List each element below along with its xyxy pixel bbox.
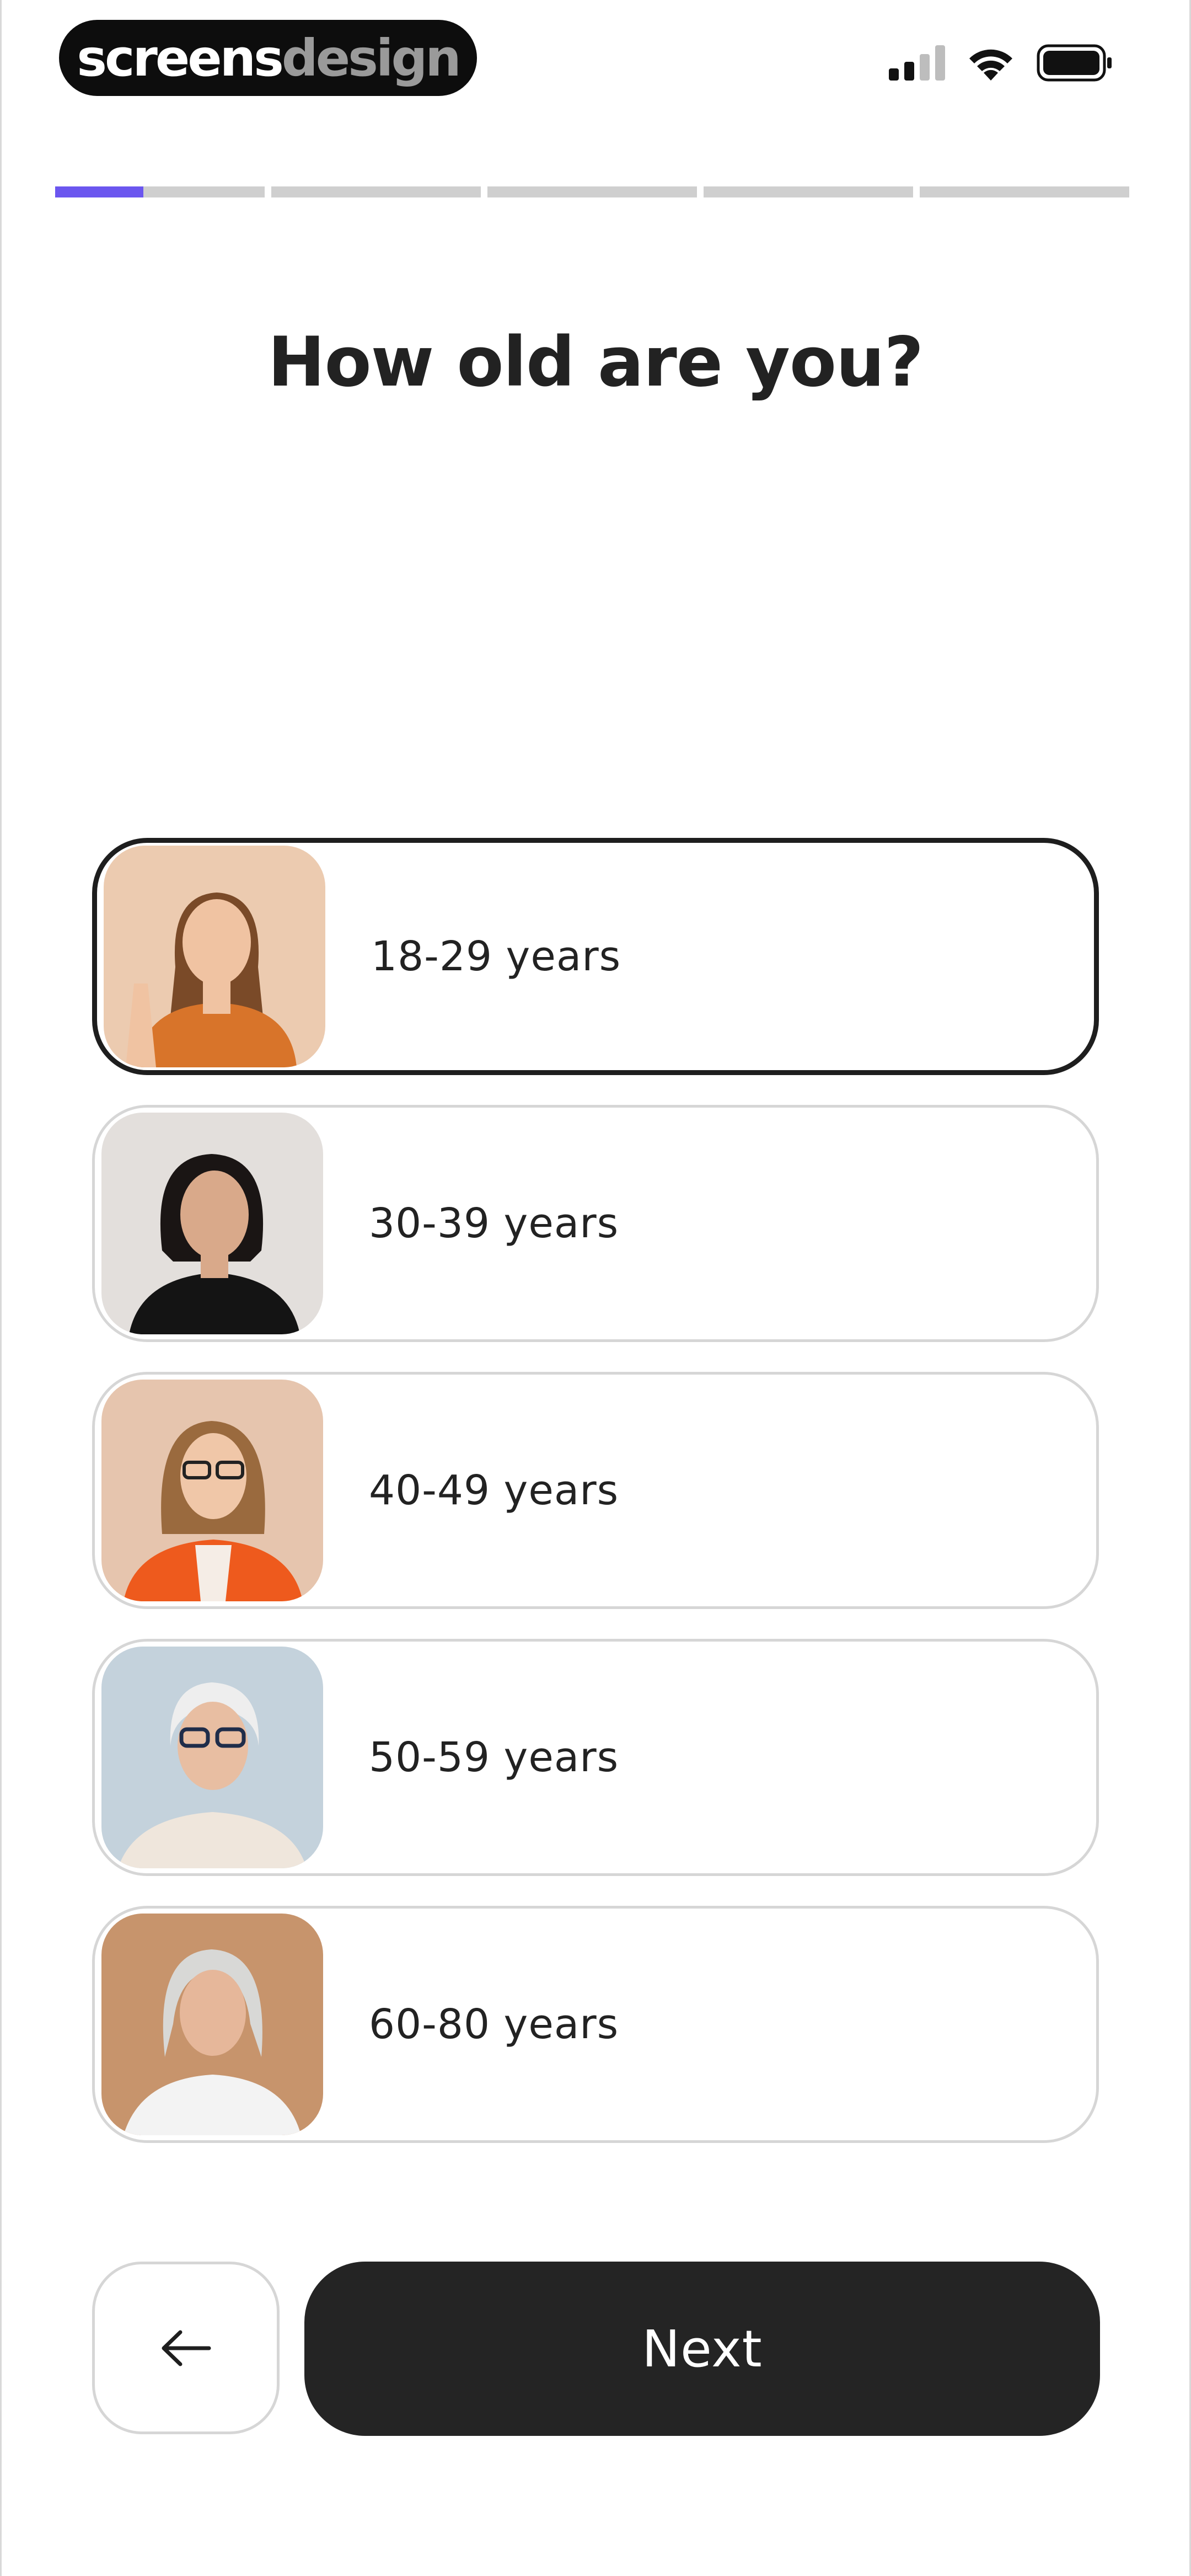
avatar-photo <box>101 1113 323 1334</box>
onboarding-progress <box>55 186 1130 197</box>
progress-step-2 <box>271 186 481 197</box>
age-option-18-29[interactable]: 18-29 years <box>92 838 1099 1075</box>
progress-step-3 <box>487 186 697 197</box>
brand-word-screens: screens <box>77 28 284 88</box>
age-options-list: 18-29 years 30-39 years 40-49 years 50-5… <box>92 838 1099 2173</box>
age-option-30-39[interactable]: 30-39 years <box>92 1105 1099 1342</box>
age-option-label: 40-49 years <box>369 1467 619 1514</box>
cellular-signal-icon <box>889 45 945 81</box>
arrow-left-icon <box>162 2330 211 2366</box>
avatar-photo <box>104 846 325 1067</box>
age-option-label: 60-80 years <box>369 2001 619 2048</box>
age-option-40-49[interactable]: 40-49 years <box>92 1372 1099 1609</box>
brand-word-design: design <box>281 28 462 88</box>
progress-step-1 <box>55 186 265 197</box>
avatar-photo <box>101 1914 323 2135</box>
age-option-60-80[interactable]: 60-80 years <box>92 1906 1099 2143</box>
battery-icon <box>1037 44 1112 82</box>
age-option-50-59[interactable]: 50-59 years <box>92 1639 1099 1876</box>
age-option-label: 18-29 years <box>371 933 621 980</box>
progress-step-4 <box>704 186 913 197</box>
brand-logo: screens design <box>59 20 477 96</box>
progress-step-1-fill <box>55 186 143 197</box>
wifi-icon <box>969 49 1012 81</box>
avatar-photo <box>101 1380 323 1601</box>
page-title: How old are you? <box>267 323 924 402</box>
next-button[interactable]: Next <box>304 2262 1100 2436</box>
progress-step-5 <box>920 186 1129 197</box>
age-option-label: 50-59 years <box>369 1734 619 1781</box>
status-bar <box>889 44 1114 82</box>
avatar-photo <box>101 1647 323 1868</box>
age-option-label: 30-39 years <box>369 1200 619 1247</box>
back-button[interactable] <box>92 2262 280 2434</box>
